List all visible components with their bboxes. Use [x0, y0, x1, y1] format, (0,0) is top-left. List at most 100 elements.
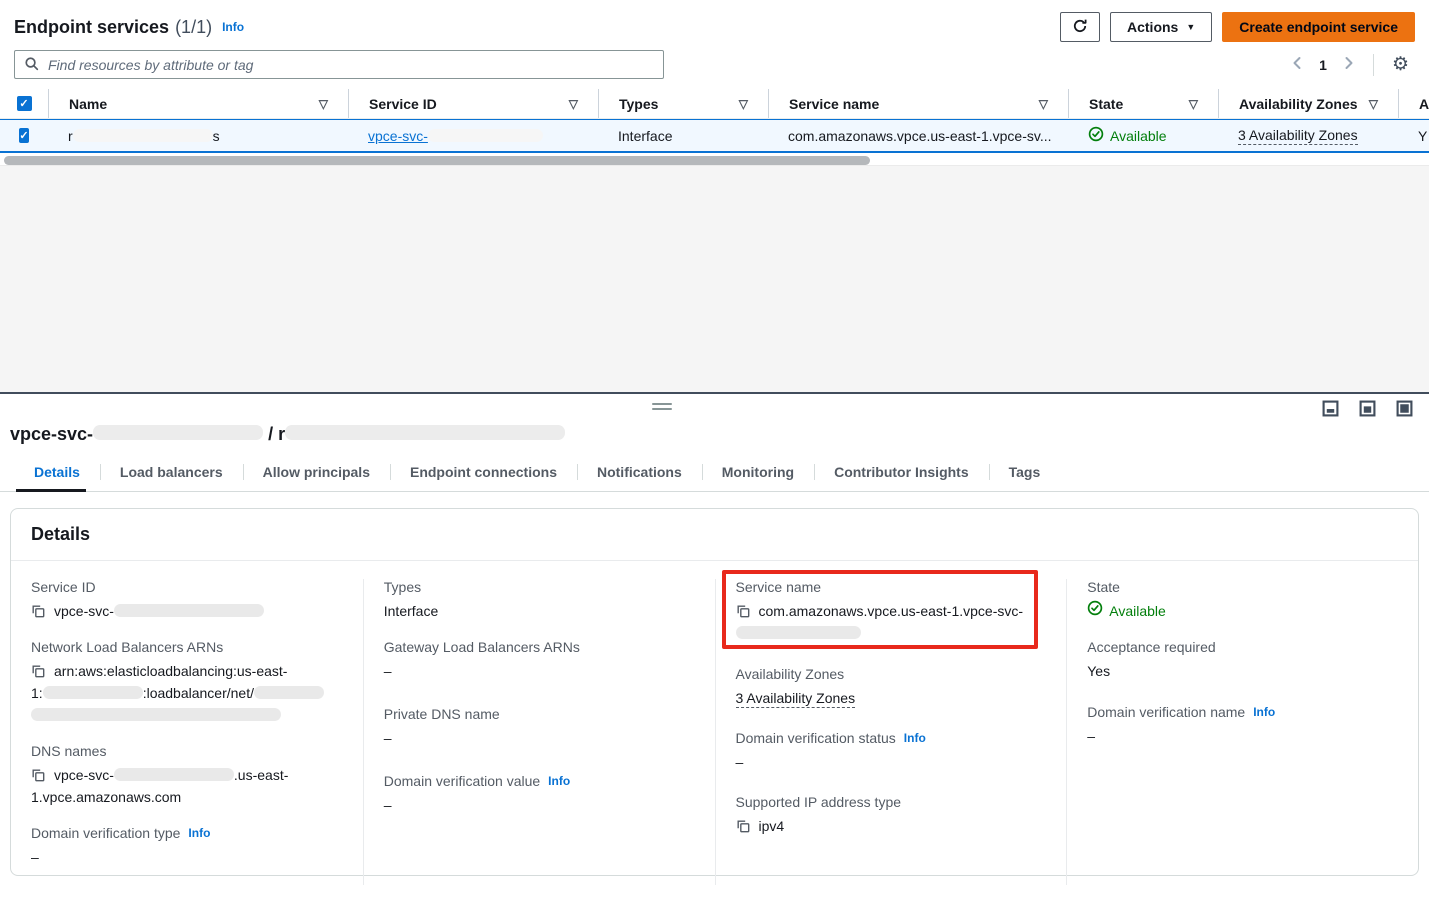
horizontal-scrollbar[interactable]: [4, 156, 1425, 165]
table-header-row: ✓ Name ▽ Service ID ▽ Types ▽ Service na…: [0, 89, 1429, 119]
empty-value: –: [384, 730, 392, 746]
refresh-button[interactable]: [1060, 12, 1100, 42]
copy-icon[interactable]: [31, 604, 45, 618]
field-supported-ip-address-type: Supported IP address type ipv4: [736, 794, 1047, 837]
column-header-types[interactable]: Types ▽: [598, 89, 768, 118]
select-all-checkbox[interactable]: ✓: [17, 96, 32, 111]
row-service-id-cell: vpce-svc-: [348, 120, 598, 151]
next-page-button[interactable]: [1337, 52, 1361, 77]
copy-icon[interactable]: [31, 768, 45, 782]
panel-tabs: Details Load balancers Allow principals …: [0, 455, 1429, 492]
tab-contributor-insights[interactable]: Contributor Insights: [814, 455, 989, 491]
redacted-value: [114, 604, 264, 617]
endpoint-services-table: ✓ Name ▽ Service ID ▽ Types ▽ Service na…: [0, 89, 1429, 165]
filter-icon[interactable]: ▽: [319, 97, 328, 111]
field-acceptance-required: Acceptance required Yes: [1087, 639, 1398, 682]
previous-page-button[interactable]: [1285, 52, 1309, 77]
field-label: Service ID: [31, 579, 96, 595]
field-label: Acceptance required: [1087, 639, 1215, 655]
row-name-text: r: [68, 128, 73, 144]
search-input[interactable]: [46, 56, 654, 74]
tab-notifications[interactable]: Notifications: [577, 455, 702, 491]
row-name-text: s: [213, 128, 220, 144]
empty-value: –: [1087, 728, 1095, 744]
filter-icon[interactable]: ▽: [1189, 97, 1198, 111]
row-availability-zones-cell: 3 Availability Zones: [1218, 120, 1398, 151]
filter-icon[interactable]: ▽: [1039, 97, 1048, 111]
refresh-icon: [1072, 18, 1088, 37]
column-label: Service name: [789, 96, 879, 112]
panel-title-name: r: [278, 424, 285, 444]
column-header-state[interactable]: State ▽: [1068, 89, 1218, 118]
search-icon: [24, 56, 39, 74]
nlb-arn-line1: arn:aws:elasticloadbalancing:us-east-: [54, 663, 287, 679]
column-label: A: [1419, 96, 1429, 112]
copy-icon[interactable]: [31, 664, 45, 678]
field-types: Types Interface: [384, 579, 695, 622]
panel-drag-handle[interactable]: [652, 403, 672, 413]
details-column-1: Service ID vpce-svc- Network Load Balanc…: [11, 579, 363, 885]
row-select-cell: ✓: [0, 120, 48, 151]
panel-size-small-icon[interactable]: [1322, 400, 1339, 417]
copy-icon[interactable]: [736, 819, 750, 833]
redacted-title-name: [285, 425, 565, 440]
column-header-name[interactable]: Name ▽: [48, 89, 348, 118]
empty-content-area: [0, 165, 1429, 392]
info-link[interactable]: Info: [222, 20, 244, 34]
column-header-service-name[interactable]: Service name ▽: [768, 89, 1068, 118]
info-link[interactable]: Info: [904, 731, 926, 745]
gear-icon: ⚙: [1392, 55, 1409, 74]
tab-details[interactable]: Details: [14, 455, 100, 491]
tab-endpoint-connections[interactable]: Endpoint connections: [390, 455, 577, 491]
column-header-availability-zones[interactable]: Availability Zones ▽: [1218, 89, 1398, 118]
state-value: Available: [1109, 600, 1166, 622]
actions-button[interactable]: Actions ▼: [1110, 12, 1212, 42]
copy-icon[interactable]: [736, 604, 750, 618]
search-box[interactable]: [14, 50, 664, 79]
details-column-4: State Available Acceptance required Yes: [1066, 579, 1418, 885]
filter-icon[interactable]: ▽: [569, 97, 578, 111]
types-value: Interface: [384, 603, 438, 619]
actions-button-label: Actions: [1127, 19, 1178, 35]
table-controls: 1 ⚙: [0, 48, 1429, 79]
service-id-link[interactable]: vpce-svc-: [368, 128, 543, 144]
field-label: Service name: [736, 579, 822, 595]
table-preferences-button[interactable]: ⚙: [1386, 51, 1415, 78]
availability-zones-popover-trigger[interactable]: 3 Availability Zones: [736, 690, 856, 708]
scrollbar-thumb[interactable]: [4, 156, 870, 165]
create-endpoint-service-button[interactable]: Create endpoint service: [1222, 12, 1415, 42]
row-service-name-cell: com.amazonaws.vpce.us-east-1.vpce-sv...: [768, 120, 1068, 151]
empty-value: –: [384, 797, 392, 813]
tab-load-balancers[interactable]: Load balancers: [100, 455, 243, 491]
redacted-account-id: [43, 686, 143, 699]
tab-allow-principals[interactable]: Allow principals: [243, 455, 390, 491]
row-checkbox[interactable]: ✓: [19, 128, 28, 143]
tab-monitoring[interactable]: Monitoring: [702, 455, 814, 491]
details-column-3: Service name com.amazonaws.vpce.us-east-…: [715, 579, 1067, 885]
field-service-name: Service name com.amazonaws.vpce.us-east-…: [736, 579, 1047, 644]
field-domain-verification-value: Domain verification valueInfo –: [384, 773, 695, 816]
pagination-divider: [1373, 54, 1374, 76]
panel-title-id: vpce-svc-: [10, 424, 93, 444]
field-label: Supported IP address type: [736, 794, 902, 810]
table-row[interactable]: ✓ r s vpce-svc- Interface com.amazonaws.…: [0, 119, 1429, 153]
column-header-service-id[interactable]: Service ID ▽: [348, 89, 598, 118]
tab-tags[interactable]: Tags: [989, 455, 1061, 491]
field-label: Availability Zones: [736, 666, 845, 682]
filter-icon[interactable]: ▽: [739, 97, 748, 111]
availability-zones-popover-trigger[interactable]: 3 Availability Zones: [1238, 127, 1358, 145]
column-header-acceptance[interactable]: A: [1398, 89, 1429, 118]
row-acceptance-text: Y: [1418, 128, 1427, 144]
select-all-cell: ✓: [0, 89, 48, 118]
panel-size-medium-icon[interactable]: [1359, 400, 1376, 417]
filter-icon[interactable]: ▽: [1369, 97, 1378, 111]
service-name-value: com.amazonaws.vpce.us-east-1.vpce-svc-: [759, 603, 1024, 619]
nlb-arn-line2: 1:: [31, 685, 43, 701]
panel-size-controls: [1322, 400, 1413, 417]
info-link[interactable]: Info: [548, 774, 570, 788]
details-card-body: Service ID vpce-svc- Network Load Balanc…: [11, 561, 1418, 897]
panel-size-full-icon[interactable]: [1396, 400, 1413, 417]
row-types-text: Interface: [618, 128, 672, 144]
info-link[interactable]: Info: [188, 826, 210, 840]
info-link[interactable]: Info: [1253, 705, 1275, 719]
